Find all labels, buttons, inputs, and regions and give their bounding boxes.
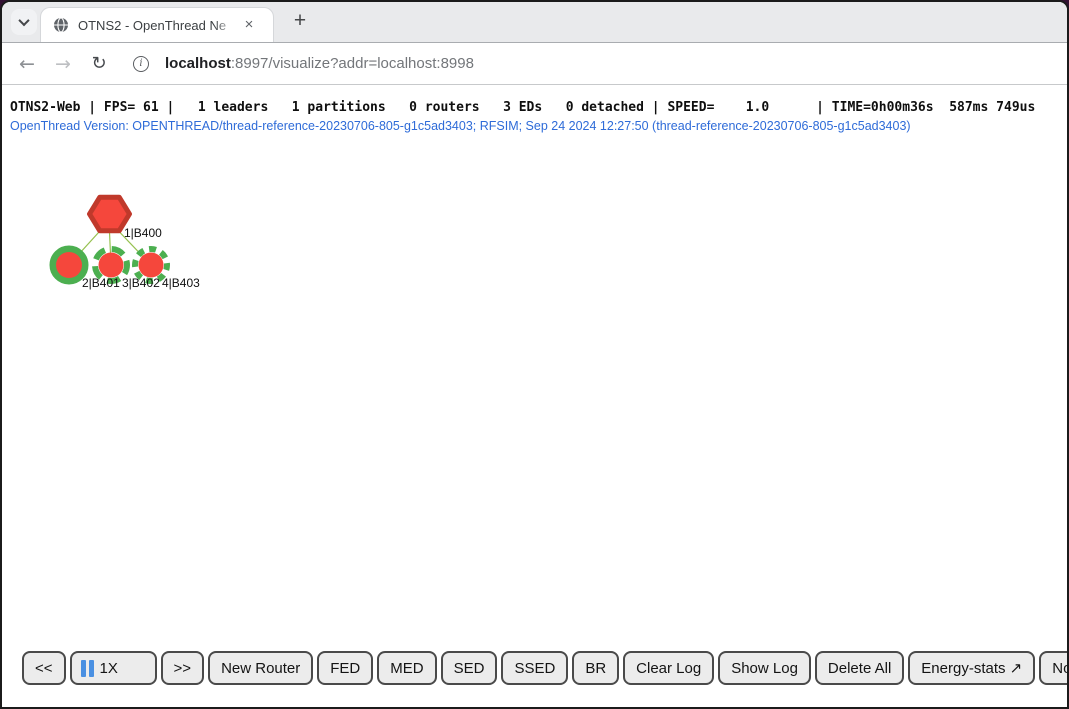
tab-search-button[interactable] [11, 9, 37, 35]
site-info-button[interactable]: i [126, 49, 156, 79]
add-br-button[interactable]: BR [572, 651, 619, 685]
url-path: :8997/visualize?addr=localhost:8998 [231, 55, 474, 72]
address-bar[interactable]: localhost:8997/visualize?addr=localhost:… [165, 55, 474, 72]
delete-all-button[interactable]: Delete All [815, 651, 904, 685]
network-canvas[interactable]: 1|B400 2|B401 3|B402 4|B403 [30, 181, 260, 316]
child-node-2[interactable] [53, 249, 85, 281]
back-button[interactable]: ← [12, 49, 42, 79]
chevron-down-icon [18, 15, 29, 26]
clear-log-button[interactable]: Clear Log [623, 651, 714, 685]
pause-icon [81, 660, 94, 677]
info-icon: i [133, 56, 149, 72]
node-label-1: 1|B400 [124, 226, 162, 240]
new-tab-button[interactable]: + [287, 8, 313, 34]
simulation-status-bar: OTNS2-Web | FPS= 61 | 1 leaders 1 partit… [10, 100, 1035, 115]
browser-window: OTNS2 - OpenThread Ne × + ← → ↻ i localh… [0, 0, 1069, 709]
add-med-button[interactable]: MED [377, 651, 436, 685]
show-log-button[interactable]: Show Log [718, 651, 811, 685]
node-stats-button[interactable]: Node-stats ↗ [1039, 651, 1067, 685]
globe-favicon-icon [53, 17, 69, 33]
node-label-4: 4|B403 [162, 276, 200, 290]
new-router-button[interactable]: New Router [208, 651, 313, 685]
browser-tab[interactable]: OTNS2 - OpenThread Ne × [40, 7, 274, 42]
tab-title: OTNS2 - OpenThread Ne [78, 18, 236, 33]
reload-button[interactable]: ↻ [84, 49, 114, 79]
url-host: localhost [165, 55, 231, 72]
otns-page: OTNS2-Web | FPS= 61 | 1 leaders 1 partit… [2, 85, 1067, 707]
tab-close-icon[interactable]: × [240, 16, 258, 34]
openthread-version-text: OpenThread Version: OPENTHREAD/thread-re… [10, 119, 911, 133]
add-fed-button[interactable]: FED [317, 651, 373, 685]
forward-button[interactable]: → [48, 49, 78, 79]
rewind-button[interactable]: << [22, 651, 66, 685]
control-bar: << 1X >> New Router FED MED SED SSED BR … [22, 651, 1067, 685]
add-sed-button[interactable]: SED [441, 651, 498, 685]
node-label-3: 3|B402 [122, 276, 160, 290]
fast-forward-button[interactable]: >> [161, 651, 205, 685]
speed-label: 1X [100, 660, 118, 677]
speed-button[interactable]: 1X [70, 651, 157, 685]
tab-title-fade [214, 18, 236, 33]
address-toolbar: ← → ↻ i localhost:8997/visualize?addr=lo… [2, 43, 1067, 85]
node-label-2: 2|B401 [82, 276, 120, 290]
energy-stats-button[interactable]: Energy-stats ↗ [908, 651, 1035, 685]
tab-strip: OTNS2 - OpenThread Ne × + [2, 2, 1067, 43]
add-ssed-button[interactable]: SSED [501, 651, 568, 685]
